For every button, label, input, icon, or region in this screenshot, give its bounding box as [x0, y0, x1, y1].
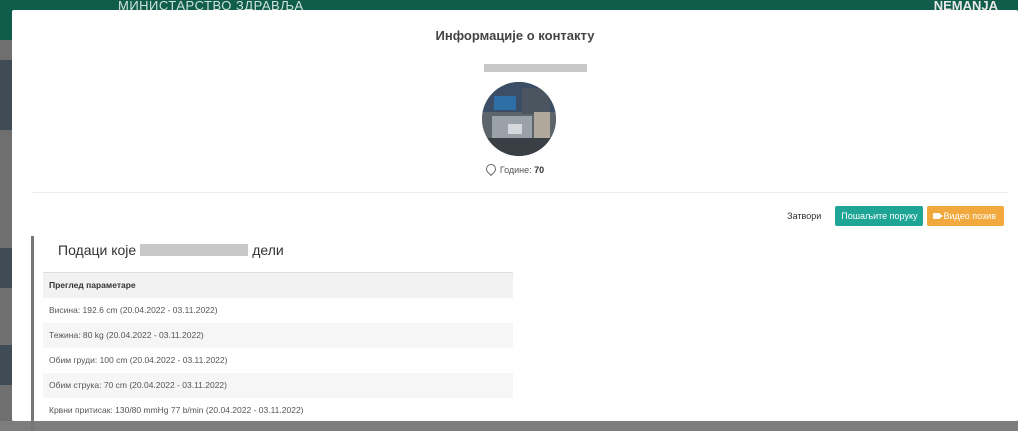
- modal-actions: Затвори Пошаљите поруку Видео позив: [777, 206, 1004, 226]
- bg-thumbnail: [0, 248, 12, 288]
- age-label: Године:: [499, 165, 532, 175]
- table-row: Висина: 192.6 cm (20.04.2022 - 03.11.202…: [49, 305, 218, 315]
- modal-title: Информације о контакту: [435, 28, 595, 43]
- shared-data-section: Подаци које дели Преглед параметаре Виси…: [31, 236, 521, 431]
- close-button[interactable]: Затвори: [777, 206, 831, 226]
- divider: [32, 192, 1008, 193]
- table-row: Крвни притисак: 130/80 mmHg 77 b/min (20…: [49, 405, 304, 415]
- bg-thumbnail: [0, 345, 12, 385]
- video-camera-icon: [933, 213, 944, 219]
- table-row: Обим струка: 70 cm (20.04.2022 - 03.11.2…: [43, 373, 513, 398]
- video-call-button[interactable]: Видео позив: [927, 206, 1004, 226]
- age-value: 70: [534, 165, 545, 175]
- contact-info-modal: Информације о контакту Године: 70 Затвор…: [12, 10, 1018, 431]
- avatar-photo: [482, 82, 556, 156]
- age-info: Године: 70: [12, 161, 1018, 177]
- video-call-label: Видео позив: [943, 211, 996, 221]
- shared-data-heading: Подаци које дели: [58, 242, 284, 258]
- send-message-button[interactable]: Пошаљите поруку: [835, 206, 924, 226]
- heading-prefix: Подаци које: [58, 242, 137, 258]
- table-row: Тежина: 80 kg (20.04.2022 - 03.11.2022): [43, 323, 513, 348]
- location-pin-icon: [483, 161, 498, 177]
- table-row: Обим груди: 100 cm (20.04.2022 - 03.11.2…: [49, 355, 228, 365]
- avatar: [482, 82, 556, 156]
- parameters-table: Преглед параметаре Висина: 192.6 cm (20.…: [43, 272, 513, 423]
- bg-thumbnail: [0, 60, 12, 130]
- redacted-contact-name: [484, 64, 587, 72]
- table-header: Преглед параметаре: [43, 272, 513, 298]
- redacted-name: [140, 244, 249, 256]
- heading-suffix: дели: [252, 242, 284, 258]
